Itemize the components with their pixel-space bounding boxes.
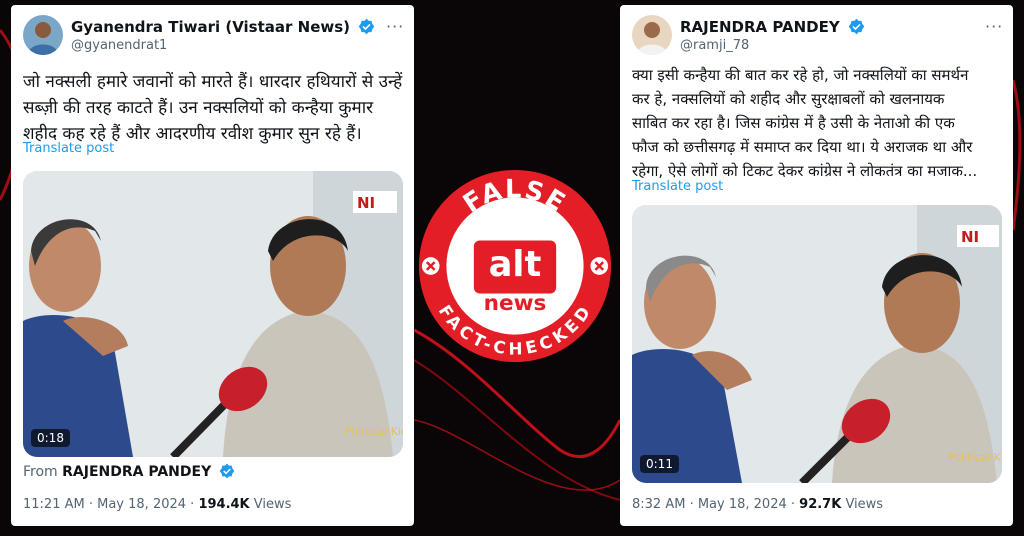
tweet-text-line: फौज को छत्तीसगढ़ में समाप्त कर दिया था। … [632,138,973,156]
logo-news-text: news [484,291,547,316]
views-label: Views [253,497,292,512]
x-circle-icon [421,257,440,275]
tweet-time[interactable]: 11:21 AM [23,497,85,512]
views-label: Views [845,497,884,512]
tweet-time[interactable]: 8:32 AM [632,497,685,512]
tweet-text: जो नक्सली हमारे जवानों को मारते हैं। धार… [23,69,402,147]
tweet-text-line: सब्ज़ी की तरह काटते हैं। उन नक्सलियों को… [23,98,374,118]
tweet-text-line: क्या इसी कन्हैया की बात कर रहे हो, जो नक… [632,66,969,84]
tweet-text: क्या इसी कन्हैया की बात कर रहे हो, जो नक… [632,63,977,183]
avatar[interactable] [23,15,63,55]
video-player[interactable]: NI Political Kida 0:18 [23,171,403,457]
author-name[interactable]: Gyanendra Tiwari (Vistaar News) [71,18,375,36]
video-frame: NI Political Kida [23,171,403,457]
author-handle[interactable]: @ramji_78 [680,38,749,53]
tweet-date[interactable]: May 18, 2024 [698,497,787,512]
views-count: 92.7K [799,497,842,512]
views-count: 194.4K [198,497,250,512]
fact-check-badge: FALSE FACT-CHECKED alt news [418,169,612,363]
more-options-icon[interactable]: ··· [386,17,404,36]
verified-icon [219,463,235,479]
tweet-card-left: Gyanendra Tiwari (Vistaar News) @gyanend… [11,5,414,526]
svg-text:NI: NI [357,194,375,212]
video-watermark: Political Kida [345,425,403,438]
video-watermark: Political Kida [948,451,1002,464]
tweet-meta: 8:32 AM · May 18, 2024 · 92.7K Views [632,497,884,512]
tweet-text-line: कर हे, नक्सलियों को शहीद और सुरक्षाबलों … [632,90,945,108]
translate-post-link[interactable]: Translate post [23,141,114,156]
tweet-text-line: साबित कर रहा है। जिस कांग्रेस में है उसी… [632,114,955,132]
video-frame: NI Political Kida [632,205,1002,483]
verified-icon [848,18,865,35]
video-duration: 0:18 [31,429,70,447]
logo-alt-text: alt [489,244,542,285]
avatar[interactable] [632,15,672,55]
tweet-meta: 11:21 AM · May 18, 2024 · 194.4K Views [23,497,292,512]
svg-text:NI: NI [961,228,979,246]
tweet-date[interactable]: May 18, 2024 [97,497,186,512]
verified-icon [358,18,375,35]
author-handle[interactable]: @gyanendrat1 [71,38,167,53]
more-options-icon[interactable]: ··· [985,17,1003,36]
video-player[interactable]: NI Political Kida 0:11 [632,205,1002,483]
x-circle-icon [590,257,609,275]
author-name[interactable]: RAJENDRA PANDEY [680,18,865,36]
translate-post-link[interactable]: Translate post [632,179,723,194]
video-duration: 0:11 [640,455,679,473]
alt-news-logo: alt news [473,240,557,316]
tweet-text-line: जो नक्सली हमारे जवानों को मारते हैं। धार… [23,72,403,92]
tweet-card-right: RAJENDRA PANDEY @ramji_78 ··· क्या इसी क… [620,5,1013,526]
from-attribution[interactable]: From RAJENDRA PANDEY [23,463,235,480]
